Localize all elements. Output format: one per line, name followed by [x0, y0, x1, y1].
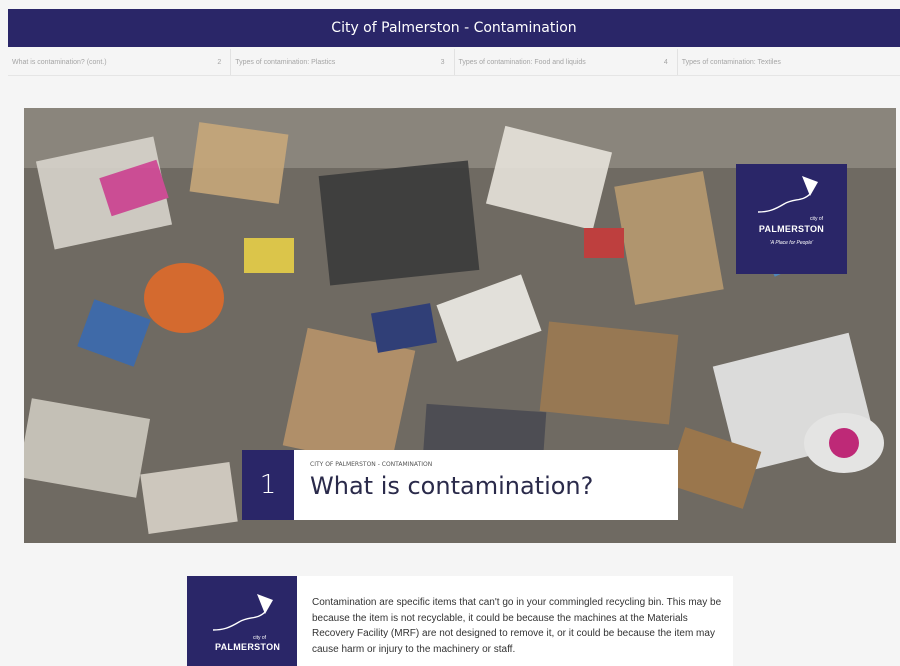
tab-number: 2	[217, 58, 222, 66]
section-tabs: What is contamination? (cont.) 2 Types o…	[8, 49, 900, 76]
content-card: city of PALMERSTON Contamination are spe…	[187, 576, 733, 666]
kite-icon	[757, 176, 818, 213]
logo-city-text: city of	[809, 216, 823, 222]
tab-textiles[interactable]: Types of contamination: Textiles	[678, 49, 900, 75]
palmerston-logo-small: city of PALMERSTON	[187, 576, 297, 666]
tab-label: Types of contamination: Food and liquids	[458, 58, 586, 66]
kite-icon	[212, 594, 273, 631]
logo-city-text: city of	[253, 635, 267, 641]
tab-label: Types of contamination: Textiles	[681, 58, 781, 66]
tab-label: What is contamination? (cont.)	[12, 58, 107, 66]
top-bar: City of Palmerston - Contamination	[8, 9, 900, 47]
section-number: 1	[242, 450, 294, 520]
tab-food-liquids[interactable]: Types of contamination: Food and liquids…	[455, 49, 678, 75]
section-kicker: CITY OF PALMERSTON - CONTAMINATION	[310, 461, 433, 468]
hero-image: city of PALMERSTON 'A Place for People' …	[24, 108, 896, 543]
tab-plastics[interactable]: Types of contamination: Plastics 3	[231, 49, 455, 75]
palmerston-logo: city of PALMERSTON 'A Place for People'	[736, 164, 847, 274]
section-title-card: 1 CITY OF PALMERSTON - CONTAMINATION Wha…	[242, 450, 678, 520]
logo-name-text: PALMERSTON	[758, 224, 825, 234]
tab-number: 3	[440, 58, 445, 66]
tab-label: Types of contamination: Plastics	[235, 58, 336, 66]
section-title: What is contamination?	[310, 472, 594, 500]
logo-tagline-text: 'A Place for People'	[769, 240, 814, 246]
page-title: City of Palmerston - Contamination	[331, 20, 577, 36]
tab-contamination-cont[interactable]: What is contamination? (cont.) 2	[8, 49, 232, 75]
logo-name-text: PALMERSTON	[215, 642, 281, 652]
tab-number: 4	[663, 58, 668, 66]
